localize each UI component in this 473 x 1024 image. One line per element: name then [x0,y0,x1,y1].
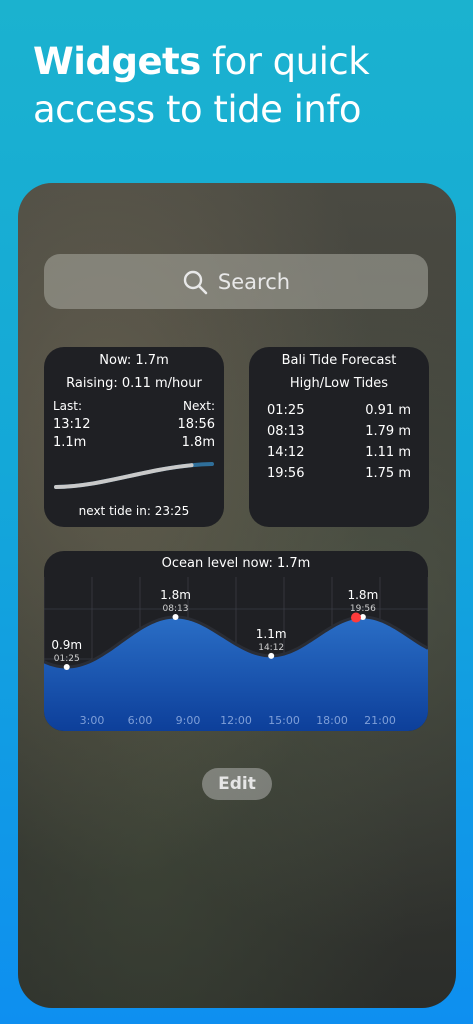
forecast-widget[interactable]: Bali Tide Forecast High/Low Tides 01:25 … [249,347,429,527]
x-tick-label: 9:00 [176,714,201,727]
tide-extreme-level: 1.1m [256,627,287,641]
headline-rest: for quick [200,40,370,83]
x-tick-label: 15:00 [268,714,300,727]
x-tick-label: 21:00 [364,714,396,727]
tide-level: 0.91 m [365,403,411,418]
next-tide-label: next tide in: [78,504,151,518]
next-tide-value: 23:25 [154,504,190,518]
ocean-level-widget[interactable]: Ocean level now: 1.7m 0.9m 01:25 1.8m 08:13… [44,551,428,731]
tide-extreme-level: 1.8m [347,588,378,602]
tide-chart: 0.9m 01:25 1.8m 08:13 1.1m 14:12 1.8m 19:56 3:0… [44,577,428,731]
tide-extreme-time: 19:56 [350,604,376,614]
tide-extreme-point [172,614,179,620]
headline-bold: Widgets [33,40,201,83]
now-label: Now: [99,353,132,368]
forecast-subtitle: High/Low Tides [289,376,389,391]
forecast-title: Bali Tide Forecast [281,353,397,368]
raising-line: Raising: 0.11 m/hour [44,376,224,391]
x-tick-label: 12:00 [220,714,252,727]
tide-level: 1.11 m [365,445,411,460]
tide-time: 19:56 [267,466,305,481]
tide-extreme-point [268,652,275,659]
tide-progress-curve [54,462,214,489]
raising-value: 0.11 m/hour [121,376,202,391]
x-tick-label: 18:00 [316,714,348,727]
edit-button[interactable]: Edit [202,768,272,800]
tide-extreme-point [63,664,70,670]
tide-extreme-time: 01:25 [54,654,80,664]
tide-time: 01:25 [267,403,305,418]
headline: Widgets for quick access to tide info [33,38,453,134]
tide-time: 14:12 [267,445,305,460]
tide-extreme-time: 14:12 [258,643,284,653]
search-bar[interactable]: Search [44,254,428,309]
now-line: Now: 1.7m [44,353,224,368]
tide-row: 19:56 1.75 m [267,466,411,481]
raising-label: Raising: [66,376,118,391]
next-time: 18:56 [177,417,215,432]
search-icon [183,270,208,294]
tide-level: 1.79 m [365,424,411,439]
tide-extreme-time: 08:13 [163,604,189,614]
tide-row: 14:12 1.11 m [267,445,411,460]
x-tick-label: 3:00 [80,714,105,727]
last-label: Last: [53,399,83,413]
headline-line2: access to tide info [33,88,362,131]
now-value: 1.7m [135,353,169,368]
search-placeholder: Search [217,269,291,294]
curve-progress [54,462,214,489]
tide-time: 08:13 [267,424,305,439]
next-tide-line: next tide in: 23:25 [44,504,224,518]
x-tick-label: 6:00 [128,714,153,727]
last-time: 13:12 [53,417,91,432]
phone-screen: Search Now: 1.7m Raising: 0.11 m/hour La… [18,183,456,1008]
tide-row: 08:13 1.79 m [267,424,411,439]
tide-level: 1.75 m [365,466,411,481]
tide-extreme-level: 1.8m [160,588,191,602]
tide-row: 01:25 0.91 m [267,403,411,418]
current-level-dot [351,612,361,623]
next-label: Next: [183,399,215,413]
tide-extreme-level: 0.9m [51,638,82,652]
now-widget[interactable]: Now: 1.7m Raising: 0.11 m/hour Last: Nex… [44,347,224,527]
